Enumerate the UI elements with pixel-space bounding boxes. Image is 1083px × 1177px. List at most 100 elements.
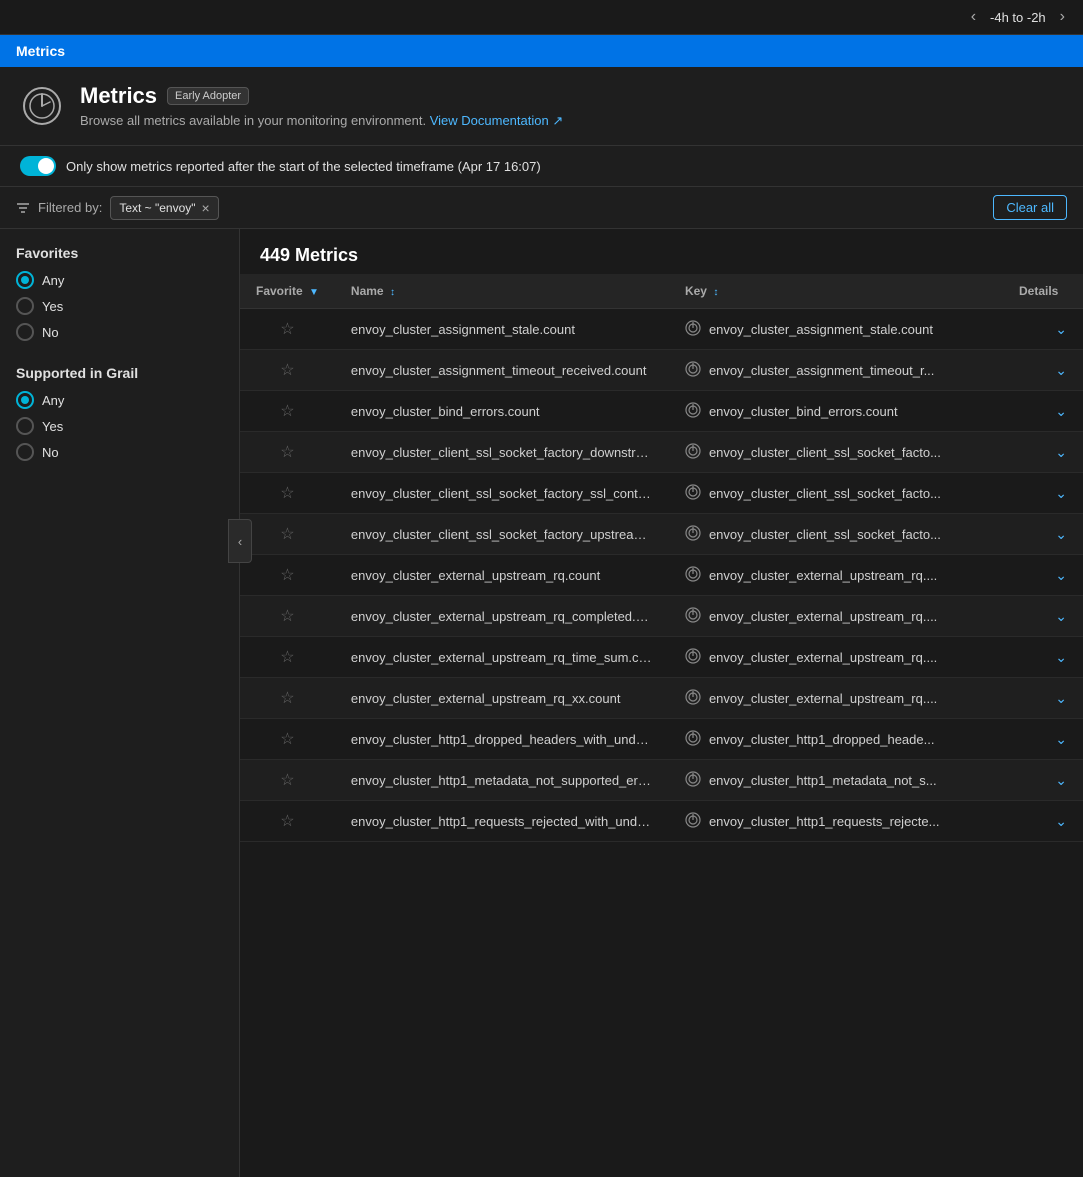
- sidebar-collapse-button[interactable]: ‹: [228, 519, 252, 563]
- key-text: envoy_cluster_assignment_timeout_r...: [709, 363, 934, 378]
- star-button[interactable]: ☆: [280, 813, 294, 830]
- expand-button[interactable]: ⌄: [1055, 362, 1067, 379]
- details-cell: ⌄: [1003, 309, 1083, 350]
- prev-time-button[interactable]: ‹: [965, 6, 982, 28]
- details-cell: ⌄: [1003, 760, 1083, 801]
- table-row: ☆ envoy_cluster_assignment_timeout_recei…: [240, 350, 1083, 391]
- key-cell: envoy_cluster_assignment_timeout_r...: [669, 350, 1003, 391]
- key-text: envoy_cluster_client_ssl_socket_facto...: [709, 527, 941, 542]
- th-favorite[interactable]: Favorite ▼: [240, 274, 335, 309]
- next-time-button[interactable]: ›: [1054, 6, 1071, 28]
- star-button[interactable]: ☆: [280, 608, 294, 625]
- expand-button[interactable]: ⌄: [1055, 649, 1067, 666]
- expand-button[interactable]: ⌄: [1055, 444, 1067, 461]
- expand-button[interactable]: ⌄: [1055, 813, 1067, 830]
- expand-button[interactable]: ⌄: [1055, 731, 1067, 748]
- grail-any-label: Any: [42, 393, 64, 408]
- key-cell: envoy_cluster_http1_requests_rejecte...: [669, 801, 1003, 842]
- favorite-cell: ☆: [240, 760, 335, 801]
- grail-section-title: Supported in Grail: [16, 365, 223, 381]
- filter-row: Filtered by: Text ~ "envoy" × Clear all: [0, 187, 1083, 229]
- key-text: envoy_cluster_assignment_stale.count: [709, 322, 933, 337]
- star-button[interactable]: ☆: [280, 444, 294, 461]
- filter-chip[interactable]: Text ~ "envoy" ×: [110, 196, 218, 220]
- key-icon: [685, 361, 701, 380]
- key-cell: envoy_cluster_http1_dropped_heade...: [669, 719, 1003, 760]
- table-row: ☆ envoy_cluster_client_ssl_socket_factor…: [240, 514, 1083, 555]
- details-cell: ⌄: [1003, 678, 1083, 719]
- table-row: ☆ envoy_cluster_external_upstream_rq_tim…: [240, 637, 1083, 678]
- favorites-no[interactable]: No: [16, 323, 223, 341]
- clear-all-button[interactable]: Clear all: [993, 195, 1067, 220]
- filter-chip-text: Text ~ "envoy": [119, 201, 195, 215]
- favorites-any[interactable]: Any: [16, 271, 223, 289]
- details-cell: ⌄: [1003, 801, 1083, 842]
- key-cell: envoy_cluster_http1_metadata_not_s...: [669, 760, 1003, 801]
- main-layout: Favorites Any Yes No Supported in Grail …: [0, 229, 1083, 1177]
- grail-no-radio[interactable]: [16, 443, 34, 461]
- expand-button[interactable]: ⌄: [1055, 403, 1067, 420]
- early-adopter-badge: Early Adopter: [167, 87, 249, 105]
- expand-button[interactable]: ⌄: [1055, 526, 1067, 543]
- favorites-no-radio[interactable]: [16, 323, 34, 341]
- key-text: envoy_cluster_external_upstream_rq....: [709, 568, 937, 583]
- key-text: envoy_cluster_external_upstream_rq....: [709, 691, 937, 706]
- details-cell: ⌄: [1003, 391, 1083, 432]
- favorites-yes[interactable]: Yes: [16, 297, 223, 315]
- name-cell: envoy_cluster_external_upstream_rq_compl…: [335, 596, 669, 637]
- star-button[interactable]: ☆: [280, 772, 294, 789]
- grail-no[interactable]: No: [16, 443, 223, 461]
- star-button[interactable]: ☆: [280, 403, 294, 420]
- details-cell: ⌄: [1003, 432, 1083, 473]
- metrics-count: 449 Metrics: [240, 229, 1083, 274]
- expand-button[interactable]: ⌄: [1055, 772, 1067, 789]
- details-cell: ⌄: [1003, 350, 1083, 391]
- toggle-label: Only show metrics reported after the sta…: [66, 159, 541, 174]
- favorite-cell: ☆: [240, 801, 335, 842]
- star-button[interactable]: ☆: [280, 731, 294, 748]
- doc-link[interactable]: View Documentation ↗: [430, 113, 564, 128]
- page-title: Metrics Early Adopter: [80, 83, 563, 109]
- favorites-any-radio[interactable]: [16, 271, 34, 289]
- th-key[interactable]: Key ↕: [669, 274, 1003, 309]
- timeframe-toggle[interactable]: [20, 156, 56, 176]
- favorite-sort-icon: ▼: [309, 287, 319, 298]
- key-text: envoy_cluster_bind_errors.count: [709, 404, 898, 419]
- grail-yes[interactable]: Yes: [16, 417, 223, 435]
- title-bar: Metrics: [0, 35, 1083, 67]
- favorites-yes-label: Yes: [42, 299, 63, 314]
- favorite-cell: ☆: [240, 309, 335, 350]
- top-bar: ‹ -4h to -2h ›: [0, 0, 1083, 35]
- th-name[interactable]: Name ↕: [335, 274, 669, 309]
- expand-button[interactable]: ⌄: [1055, 321, 1067, 338]
- details-cell: ⌄: [1003, 637, 1083, 678]
- table-row: ☆ envoy_cluster_client_ssl_socket_factor…: [240, 473, 1083, 514]
- key-cell: envoy_cluster_external_upstream_rq....: [669, 555, 1003, 596]
- expand-button[interactable]: ⌄: [1055, 485, 1067, 502]
- expand-button[interactable]: ⌄: [1055, 567, 1067, 584]
- grail-any[interactable]: Any: [16, 391, 223, 409]
- key-text: envoy_cluster_client_ssl_socket_facto...: [709, 486, 941, 501]
- table-row: ☆ envoy_cluster_external_upstream_rq_com…: [240, 596, 1083, 637]
- star-button[interactable]: ☆: [280, 567, 294, 584]
- star-button[interactable]: ☆: [280, 485, 294, 502]
- star-button[interactable]: ☆: [280, 321, 294, 338]
- table-row: ☆ envoy_cluster_external_upstream_rq.cou…: [240, 555, 1083, 596]
- favorites-yes-radio[interactable]: [16, 297, 34, 315]
- grail-yes-radio[interactable]: [16, 417, 34, 435]
- key-icon: [685, 402, 701, 421]
- filter-chip-close[interactable]: ×: [202, 200, 210, 216]
- star-button[interactable]: ☆: [280, 649, 294, 666]
- name-sort-icon: ↕: [390, 287, 395, 298]
- expand-button[interactable]: ⌄: [1055, 690, 1067, 707]
- star-button[interactable]: ☆: [280, 690, 294, 707]
- favorite-cell: ☆: [240, 719, 335, 760]
- favorite-cell: ☆: [240, 473, 335, 514]
- star-button[interactable]: ☆: [280, 362, 294, 379]
- key-icon: [685, 320, 701, 339]
- star-button[interactable]: ☆: [280, 526, 294, 543]
- grail-any-radio[interactable]: [16, 391, 34, 409]
- key-icon: [685, 730, 701, 749]
- expand-button[interactable]: ⌄: [1055, 608, 1067, 625]
- key-icon: [685, 566, 701, 585]
